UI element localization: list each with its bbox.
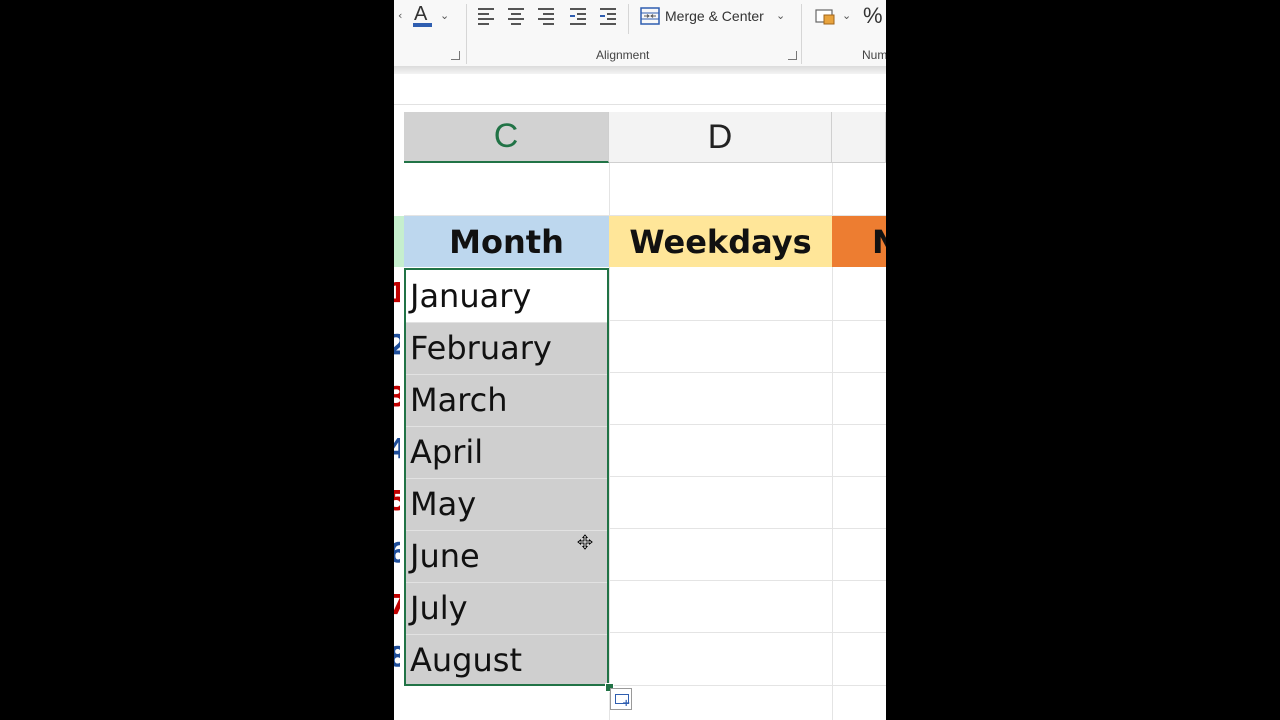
merge-center-button[interactable]: Merge & Center	[665, 8, 764, 24]
alignment-dialog-launcher-icon[interactable]	[788, 51, 797, 60]
row-number[interactable]: 6	[394, 536, 400, 576]
cell-month-value[interactable]: April	[410, 426, 605, 478]
font-dialog-launcher-icon[interactable]	[451, 51, 460, 60]
column-header-e[interactable]	[832, 112, 886, 163]
row-number[interactable]: 4	[394, 432, 400, 472]
column-header-c[interactable]: C	[404, 112, 609, 163]
row-number[interactable]: 8	[394, 640, 400, 680]
row-number[interactable]: 3	[394, 380, 400, 420]
alignment-group-label: Alignment	[596, 48, 650, 62]
cell-next-header[interactable]: N	[832, 216, 886, 267]
merge-dropdown-icon[interactable]: ⌄	[776, 9, 785, 22]
cell-month-value[interactable]: August	[410, 634, 605, 686]
formula-bar-area	[394, 74, 886, 105]
ribbon-separator	[466, 4, 467, 64]
cell-month-header[interactable]: Month	[404, 216, 609, 267]
cell-month-value[interactable]: January	[410, 270, 605, 322]
ribbon-separator	[628, 4, 629, 34]
row-number[interactable]: 2	[394, 328, 400, 368]
percent-style-button[interactable]: %	[863, 3, 883, 29]
font-color-dropdown-icon[interactable]: ⌄	[440, 9, 449, 22]
row-number[interactable]: 1	[394, 276, 400, 316]
ribbon-separator	[801, 4, 802, 64]
row-number[interactable]: 5	[394, 484, 400, 524]
move-cursor-icon	[577, 534, 593, 550]
cell-month-value[interactable]: March	[410, 374, 605, 426]
plus-icon: +	[622, 698, 631, 709]
number-format-icon[interactable]	[815, 8, 837, 26]
decrease-indent-icon[interactable]	[570, 7, 588, 25]
font-color-swatch	[413, 23, 432, 27]
ribbon: A ‹ ⌄ Merge & Center ⌄ Alignment ⌄ % Num	[394, 0, 886, 68]
quick-analysis-button[interactable]: +	[610, 688, 632, 710]
increase-indent-icon[interactable]	[600, 7, 618, 25]
cell-month-value[interactable]: February	[410, 322, 605, 374]
cell-month-value[interactable]: July	[410, 582, 605, 634]
ribbon-shadow	[394, 66, 886, 74]
chevron-left-icon[interactable]: ‹	[398, 9, 402, 22]
cell-weekdays-header[interactable]: Weekdays	[609, 216, 832, 267]
previous-column-header-cell[interactable]	[394, 216, 404, 267]
merge-center-icon[interactable]	[640, 6, 660, 26]
column-header-d[interactable]: D	[609, 112, 832, 163]
align-right-icon[interactable]	[538, 7, 556, 25]
number-group-label: Num	[862, 48, 886, 62]
align-left-icon[interactable]	[478, 7, 496, 25]
align-center-icon[interactable]	[508, 7, 526, 25]
cell-month-value[interactable]: June	[410, 530, 605, 582]
row-number[interactable]: 7	[394, 588, 400, 628]
cell-month-value[interactable]: May	[410, 478, 605, 530]
number-format-dropdown-icon[interactable]: ⌄	[842, 9, 851, 22]
excel-pane: A ‹ ⌄ Merge & Center ⌄ Alignment ⌄ % Num…	[394, 0, 886, 720]
